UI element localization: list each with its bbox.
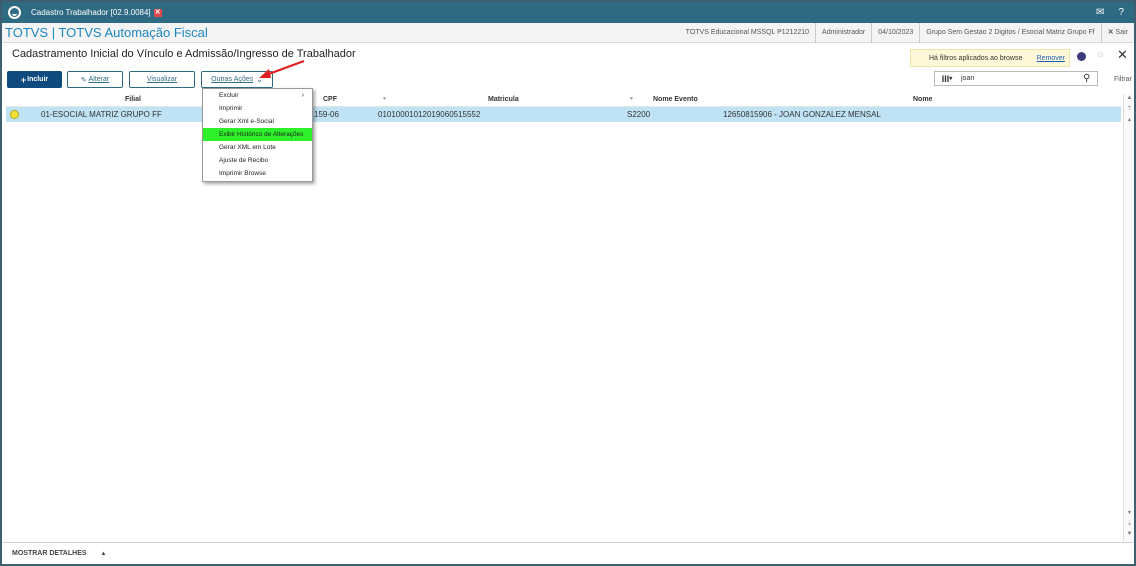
menu-item-label: Excluir — [219, 92, 239, 99]
menu-item-label: Imprimir — [219, 105, 243, 112]
cell-filial: 01-ESOCIAL MATRIZ GRUPO FF — [41, 110, 162, 119]
edit-button[interactable]: ✎ Alterar — [67, 71, 123, 88]
sort-icon: ▼ — [382, 96, 387, 102]
help-icon[interactable]: ? — [1118, 7, 1124, 18]
chevron-up-icon: ▲ — [100, 550, 107, 557]
status-indicator-icon[interactable] — [1077, 52, 1086, 61]
menu-item-label: Ajuste de Recibo — [219, 157, 269, 164]
menu-item-ajuste-recibo[interactable]: Ajuste de Recibo — [203, 154, 312, 167]
plus-icon: + — [20, 74, 27, 85]
scroll-top-icon[interactable]: ▲ — [1125, 95, 1134, 101]
exit-icon: ✕ — [1107, 28, 1114, 36]
remove-filter-link[interactable]: Remover — [1037, 55, 1065, 62]
more-actions-label: Outras Ações — [211, 76, 254, 83]
menu-item-label: Gerar XML em Lote — [219, 144, 276, 151]
vertical-scrollbar[interactable]: ▲ ⇡ ▴ ▾ ⇣ ▼ — [1123, 94, 1134, 541]
menu-item-label: Gerar Xml e-Social — [219, 118, 274, 125]
filter-notice: Há filtros aplicados ao browse Remover — [910, 49, 1070, 67]
mail-icon[interactable]: ✉ — [1096, 7, 1104, 18]
col-cpf[interactable]: CPF — [323, 96, 337, 103]
window-title: Cadastro Trabalhador [02.9.0084] — [31, 8, 151, 17]
view-label: Visualizar — [146, 76, 178, 83]
search-input[interactable]: joan — [959, 75, 1083, 82]
exit-button[interactable]: ✕ Sair — [1100, 22, 1134, 43]
app-info: TOTVS Educacional MSSQL P1212210 Adminis… — [680, 22, 1134, 43]
close-icon[interactable]: ✕ — [1117, 47, 1128, 63]
scroll-bottom-icon[interactable]: ▼ — [1125, 531, 1134, 537]
exit-label: Sair — [1115, 28, 1128, 36]
group-label: Grupo Sem Gestao 2 Digitos / Esocial Mat… — [919, 22, 1100, 43]
status-legend-icon[interactable] — [10, 110, 19, 119]
cell-cpf: 159-06 — [314, 110, 339, 119]
edit-label: Alterar — [88, 76, 110, 83]
annotation-arrow-icon — [259, 59, 305, 78]
details-footer[interactable]: MOSTRAR DETALHES ▲ — [2, 542, 1134, 564]
pencil-icon: ✎ — [80, 76, 87, 84]
scroll-step-down-icon[interactable]: ▾ — [1125, 509, 1134, 516]
grid-header: Filial CPF ▼ Matricula ▼ Nome Evento Nom… — [6, 94, 1121, 107]
menu-item-gerar-xml[interactable]: Gerar Xml e-Social — [203, 115, 312, 128]
include-label: Incluir — [27, 76, 49, 83]
app-header: TOTVS | TOTVS Automação Fiscal TOTVS Edu… — [2, 22, 1134, 43]
search-box[interactable]: III ▾ joan ⚲ — [934, 71, 1098, 86]
scroll-down-icon[interactable]: ⇣ — [1125, 520, 1134, 527]
sort-icon: ▼ — [629, 96, 634, 102]
scroll-up-icon[interactable]: ⇡ — [1125, 105, 1134, 112]
totvs-logo-icon — [8, 6, 21, 19]
menu-item-imprimir[interactable]: Imprimir — [203, 102, 312, 115]
menu-item-imprimir-browse[interactable]: Imprimir Browse — [203, 167, 312, 180]
filter-button[interactable]: Filtrar — [1114, 76, 1132, 83]
scroll-step-up-icon[interactable]: ▴ — [1125, 116, 1134, 123]
user-label: Administrador — [815, 22, 871, 43]
cell-matricula: 01010001012019060515552 — [378, 110, 481, 119]
close-tab-icon[interactable]: ✕ — [153, 8, 162, 17]
include-button[interactable]: + Incluir — [7, 71, 62, 88]
details-label: MOSTRAR DETALHES — [12, 550, 87, 557]
cell-evento: S2200 — [627, 110, 651, 119]
app-window: Cadastro Trabalhador [02.9.0084] ✕ ✉ ? T… — [0, 0, 1136, 566]
date-label: 04/10/2023 — [871, 22, 919, 43]
search-icon[interactable]: ⚲ — [1083, 73, 1097, 84]
chevron-right-icon: › — [301, 92, 304, 99]
more-actions-menu: Excluir › Imprimir Gerar Xml e-Social Ex… — [202, 88, 313, 182]
menu-item-label: Exibir Histórico de Alterações — [219, 131, 304, 138]
settings-icon[interactable]: ☼ — [1096, 49, 1105, 60]
filter-notice-text: Há filtros aplicados ao browse — [929, 54, 1023, 62]
environment-label: TOTVS Educacional MSSQL P1212210 — [685, 28, 810, 36]
menu-item-historico[interactable]: Exibir Histórico de Alterações — [203, 128, 312, 141]
view-button[interactable]: Visualizar — [129, 71, 195, 88]
data-grid: Filial CPF ▼ Matricula ▼ Nome Evento Nom… — [6, 94, 1121, 122]
col-nome[interactable]: Nome — [913, 96, 932, 103]
menu-item-xml-lote[interactable]: Gerar XML em Lote — [203, 141, 312, 154]
table-row[interactable]: 01-ESOCIAL MATRIZ GRUPO FF 159-06 010100… — [6, 107, 1121, 122]
menu-item-excluir[interactable]: Excluir › — [203, 89, 312, 102]
cell-nome: 12650815906 - JOAN GONZALEZ MENSAL — [723, 110, 881, 119]
column-menu-icon[interactable]: III ▾ — [935, 74, 959, 84]
menu-item-label: Imprimir Browse — [219, 170, 266, 177]
app-title: TOTVS | TOTVS Automação Fiscal — [5, 25, 208, 40]
window-titlebar: Cadastro Trabalhador [02.9.0084] ✕ ✉ ? — [2, 2, 1134, 23]
col-nome-evento[interactable]: Nome Evento — [653, 96, 698, 103]
col-filial[interactable]: Filial — [125, 96, 141, 103]
col-matricula[interactable]: Matricula — [488, 96, 519, 103]
